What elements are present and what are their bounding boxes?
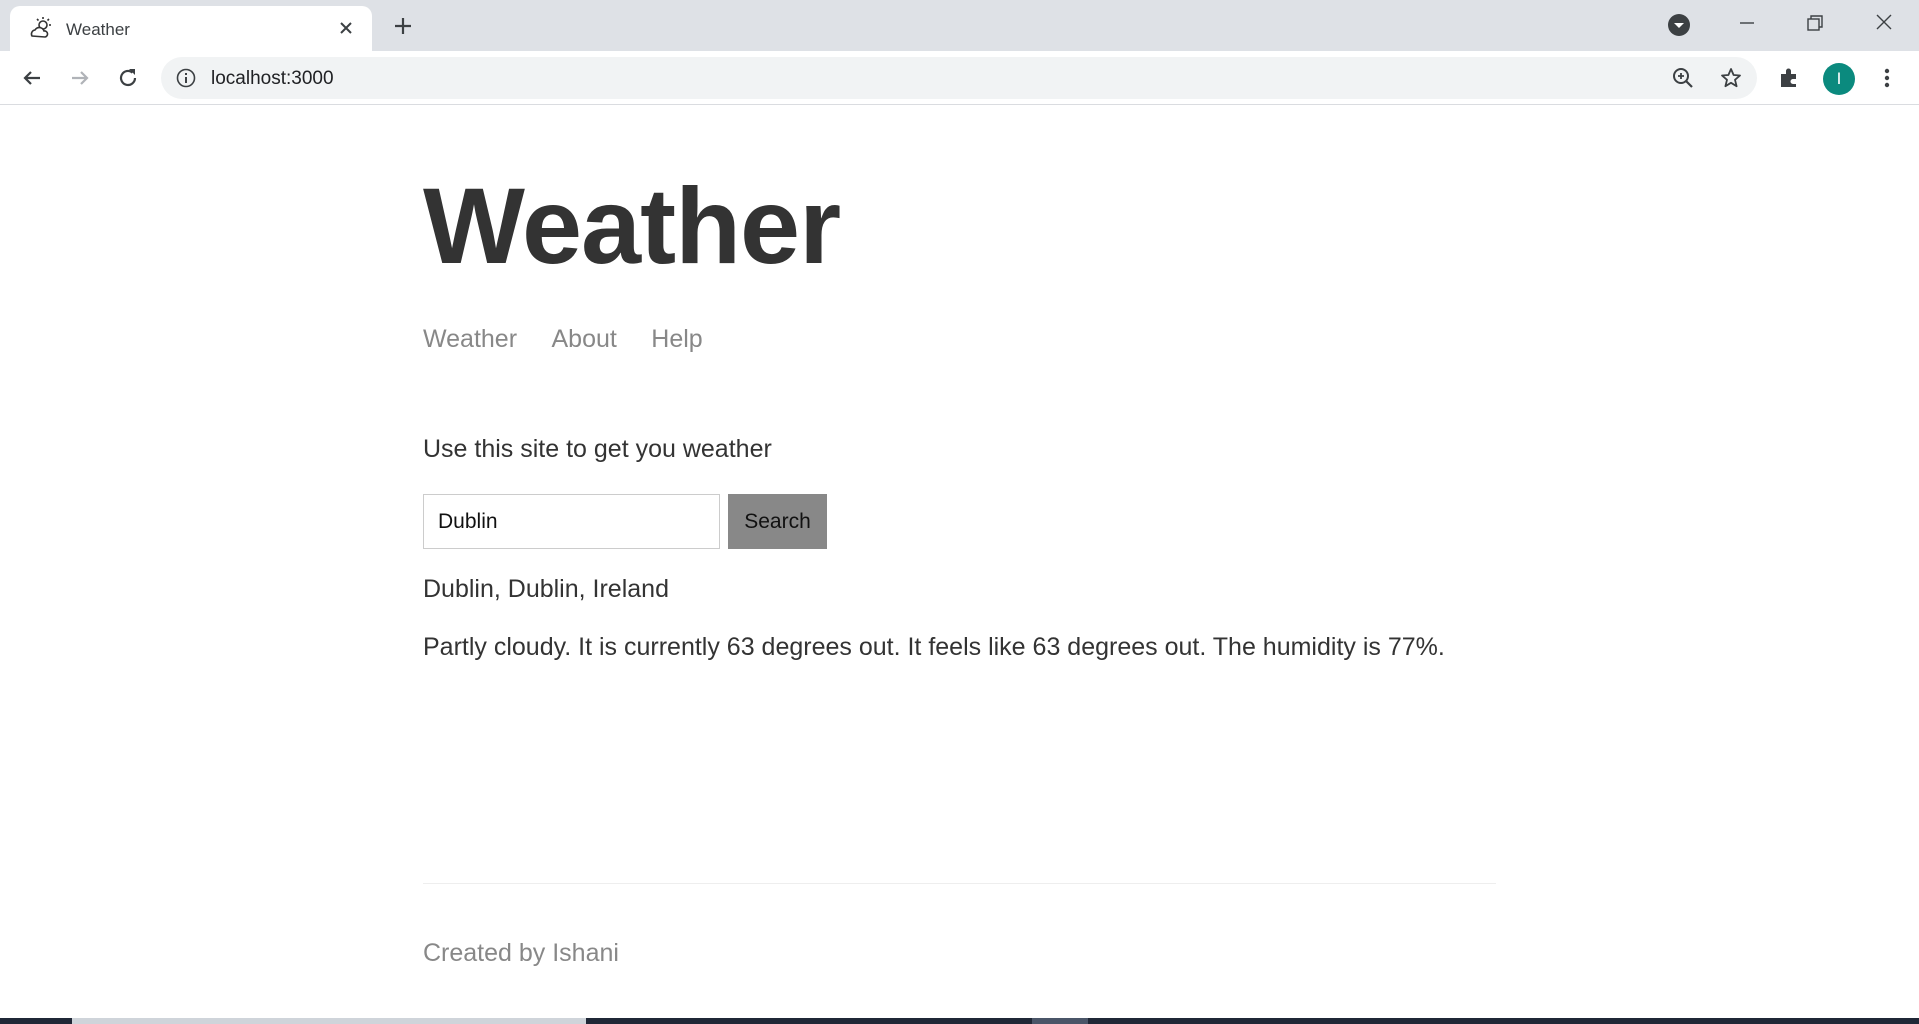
- back-icon[interactable]: [18, 64, 46, 92]
- tab-search-icon[interactable]: [1667, 13, 1691, 37]
- page-title: Weather: [423, 165, 841, 286]
- browser-toolbar: localhost:3000 I: [0, 51, 1919, 105]
- site-info-icon[interactable]: [175, 67, 197, 89]
- intro-text: Use this site to get you weather: [423, 435, 772, 463]
- taskbar-segment: [72, 1018, 586, 1024]
- bookmark-star-icon[interactable]: [1719, 66, 1743, 90]
- reload-icon[interactable]: [114, 64, 142, 92]
- nav-link-about[interactable]: About: [551, 325, 616, 353]
- result-location: Dublin, Dublin, Ireland: [423, 575, 669, 603]
- address-bar[interactable]: localhost:3000: [161, 57, 1757, 99]
- weather-tab-icon: [28, 16, 54, 42]
- page-content: Weather Weather About Help Use this site…: [0, 106, 1919, 1018]
- nav-link-weather[interactable]: Weather: [423, 325, 517, 353]
- result-forecast: Partly cloudy. It is currently 63 degree…: [423, 633, 1445, 661]
- tab-title: Weather: [66, 20, 130, 39]
- zoom-icon[interactable]: [1671, 66, 1695, 90]
- restore-icon[interactable]: [1802, 10, 1828, 36]
- extensions-icon[interactable]: [1775, 64, 1803, 92]
- profile-avatar[interactable]: I: [1823, 63, 1855, 95]
- footer-divider: [423, 883, 1496, 884]
- url-text[interactable]: localhost:3000: [211, 68, 334, 90]
- browser-tab[interactable]: Weather: [10, 6, 372, 51]
- menu-icon[interactable]: [1873, 64, 1901, 92]
- taskbar-segment: [1032, 1018, 1088, 1024]
- window-close-icon[interactable]: [1870, 8, 1898, 36]
- new-tab-icon[interactable]: [390, 13, 416, 39]
- site-nav: Weather About Help: [423, 325, 733, 354]
- footer-credit: Created by Ishani: [423, 939, 619, 967]
- minimize-icon[interactable]: [1734, 10, 1760, 36]
- location-search-input[interactable]: [423, 494, 720, 549]
- taskbar-strip: [0, 1018, 1919, 1024]
- tab-close-icon[interactable]: [336, 18, 356, 38]
- forward-icon[interactable]: [66, 64, 94, 92]
- tab-strip: Weather: [0, 0, 1919, 51]
- nav-link-help[interactable]: Help: [651, 325, 702, 353]
- search-button[interactable]: Search: [728, 494, 827, 549]
